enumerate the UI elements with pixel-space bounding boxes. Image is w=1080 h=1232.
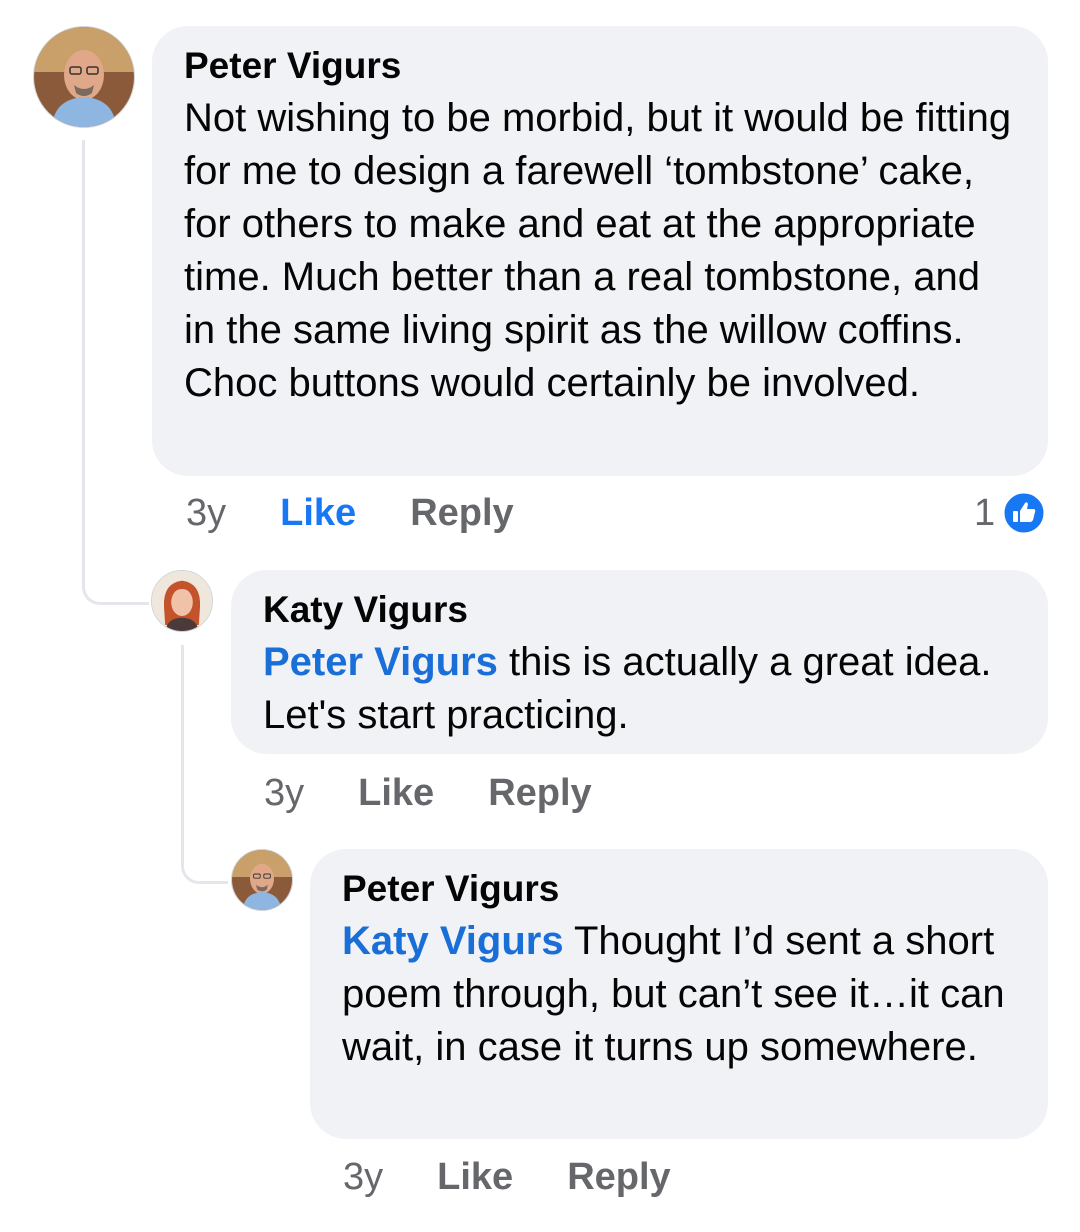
- comment-author[interactable]: Peter Vigurs: [184, 44, 1016, 88]
- comment-author[interactable]: Katy Vigurs: [263, 588, 1016, 632]
- thread-line-main: [82, 140, 149, 605]
- comment-text: Katy Vigurs Thought I’d sent a short poe…: [342, 915, 1016, 1074]
- mention-link[interactable]: Katy Vigurs: [342, 919, 564, 963]
- comment-bubble-1: Peter Vigurs Not wishing to be morbid, b…: [152, 26, 1048, 476]
- comment-timestamp[interactable]: 3y: [264, 772, 304, 815]
- avatar-katy-vigurs[interactable]: [151, 570, 213, 632]
- comment-bubble-2: Katy Vigurs Peter Vigurs this is actuall…: [231, 570, 1048, 754]
- comment-author[interactable]: Peter Vigurs: [342, 867, 1016, 911]
- comment-text: Peter Vigurs this is actually a great id…: [263, 636, 1016, 742]
- avatar-image: [152, 571, 212, 631]
- comment-timestamp[interactable]: 3y: [343, 1156, 383, 1199]
- like-button[interactable]: Like: [280, 492, 356, 535]
- reaction-summary[interactable]: 1: [974, 490, 1047, 536]
- reaction-count: 1: [974, 491, 996, 534]
- avatar-image: [232, 850, 292, 910]
- comment-timestamp[interactable]: 3y: [186, 492, 226, 535]
- mention-link[interactable]: Peter Vigurs: [263, 640, 498, 684]
- like-button[interactable]: Like: [358, 772, 434, 815]
- comment-bubble-3: Peter Vigurs Katy Vigurs Thought I’d sen…: [310, 849, 1048, 1139]
- like-button[interactable]: Like: [437, 1156, 513, 1199]
- reply-button[interactable]: Reply: [410, 492, 513, 535]
- reply-button[interactable]: Reply: [488, 772, 591, 815]
- comment-text: Not wishing to be morbid, but it would b…: [184, 96, 1012, 405]
- thumbs-up-icon: [1001, 490, 1047, 536]
- comment-actions-2: 3y Like Reply: [264, 772, 646, 815]
- comment-actions-3: 3y Like Reply: [343, 1156, 725, 1199]
- avatar-image: [34, 27, 134, 127]
- comment-actions-1: 3y Like Reply: [186, 492, 568, 535]
- avatar-peter-vigurs-reply[interactable]: [231, 849, 293, 911]
- avatar-peter-vigurs[interactable]: [33, 26, 135, 128]
- thread-line-reply: [181, 645, 228, 884]
- reply-button[interactable]: Reply: [567, 1156, 670, 1199]
